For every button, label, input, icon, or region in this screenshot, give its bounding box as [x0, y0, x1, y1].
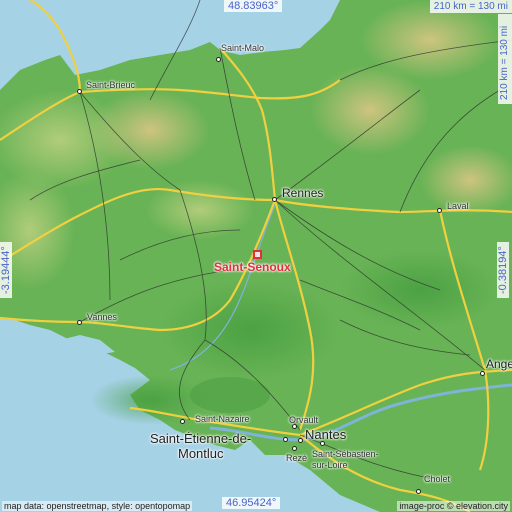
city-label-saint-sebastien-line2[interactable]: sur-Loire: [312, 460, 348, 470]
scale-vertical-bar: 210 km = 130 mi: [498, 14, 512, 104]
city-label-saint-nazaire[interactable]: Saint-Nazaire: [195, 414, 250, 424]
saint-etienne-dot: [283, 437, 288, 442]
reze-dot: [292, 446, 297, 451]
rennes-dot: [272, 197, 277, 202]
coord-left-longitude: -3.19444°: [0, 242, 12, 298]
city-label-cholet[interactable]: Cholet: [424, 474, 450, 484]
focus-location-label[interactable]: Saint-Senoux: [214, 260, 291, 274]
city-label-orvault[interactable]: Orvault: [289, 415, 318, 425]
city-label-saint-etienne-line2[interactable]: Montluc: [178, 446, 224, 461]
city-label-vannes[interactable]: Vannes: [87, 312, 117, 322]
city-label-saint-malo[interactable]: Saint-Malo: [221, 43, 264, 53]
laval-dot: [437, 208, 442, 213]
city-label-reze[interactable]: Rezé: [286, 453, 307, 463]
saint-malo-dot: [216, 57, 221, 62]
city-label-angers[interactable]: Angers: [486, 357, 512, 371]
scale-horizontal: 210 km = 130 mi: [429, 0, 512, 13]
city-label-saint-brieuc[interactable]: Saint-Brieuc: [86, 80, 135, 90]
attribution-image: image-proc © elevation.city: [397, 501, 510, 511]
coord-bottom-latitude: 46.95424°: [222, 497, 281, 509]
topographic-map[interactable]: Saint-Malo Saint-Brieuc Rennes Laval Van…: [0, 0, 512, 512]
city-label-saint-sebastien-line1[interactable]: Saint-Sébastien-: [312, 449, 379, 459]
focus-location-marker[interactable]: [253, 250, 262, 259]
saint-nazaire-dot: [180, 419, 185, 424]
nantes-dot: [298, 438, 303, 443]
scale-vertical: 210 km = 130 mi: [499, 25, 510, 100]
angers-dot: [480, 371, 485, 376]
city-label-saint-etienne-line1[interactable]: Saint-Étienne-de-: [150, 431, 251, 446]
city-label-rennes[interactable]: Rennes: [282, 186, 323, 200]
vannes-dot: [77, 320, 82, 325]
cholet-dot: [416, 489, 421, 494]
saint-brieuc-dot: [77, 89, 82, 94]
coord-right-longitude: -0.38194°: [497, 242, 509, 298]
city-label-laval[interactable]: Laval: [447, 201, 469, 211]
attribution-map-data: map data: openstreetmap, style: opentopo…: [2, 501, 193, 511]
coord-top-latitude: 48.83963°: [224, 0, 283, 12]
city-label-nantes[interactable]: Nantes: [305, 427, 346, 442]
